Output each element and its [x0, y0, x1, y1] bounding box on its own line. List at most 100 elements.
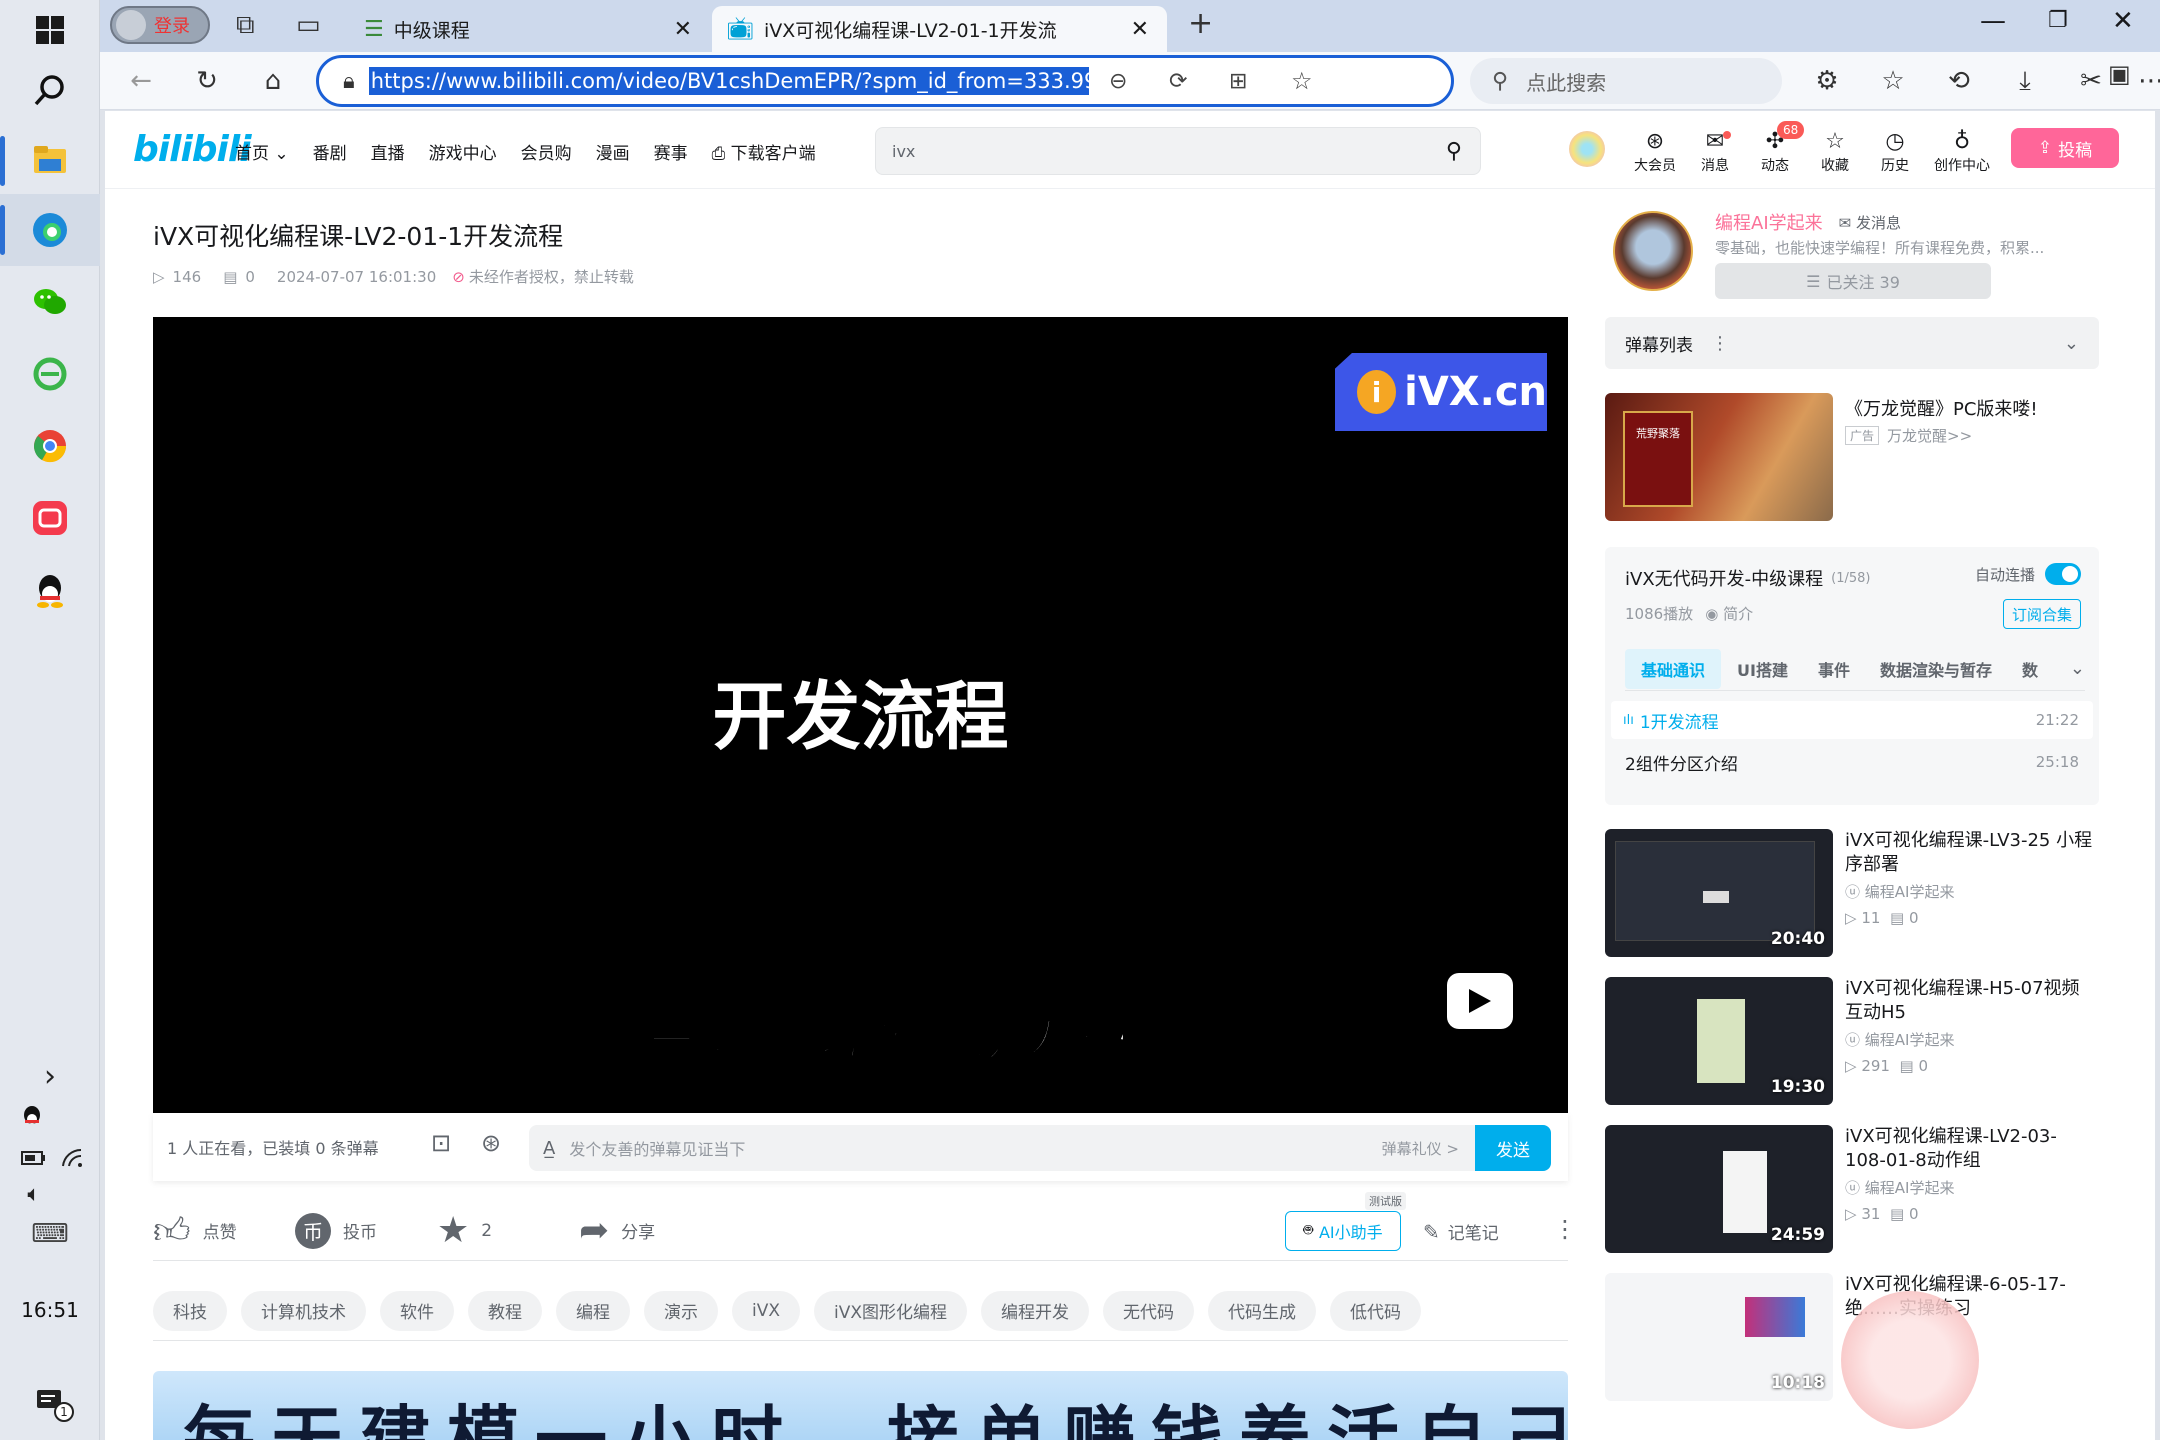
play-button-icon[interactable]	[1447, 973, 1513, 1029]
nav-anime[interactable]: 番剧	[313, 139, 347, 164]
sidebar-toggle-icon[interactable]: ▣	[2108, 60, 2131, 88]
input-method-icon[interactable]: ⌨︎	[26, 1210, 74, 1258]
tag[interactable]: 编程开发	[981, 1290, 1089, 1331]
favorites-button[interactable]: ☆ 收藏	[1805, 129, 1865, 175]
minimize-icon[interactable]: —	[1980, 6, 2006, 36]
upload-button[interactable]: ⇪ 投稿	[2011, 128, 2119, 168]
tag[interactable]: 代码生成	[1208, 1290, 1316, 1331]
uploader-name[interactable]: 编程AI学起来	[1715, 209, 1823, 235]
danmaku-settings-icon[interactable]: ⊛	[481, 1129, 501, 1157]
intro-link[interactable]: ◉ 简介	[1705, 603, 1753, 624]
danmaku-list-panel[interactable]: 弹幕列表 ⋮ ⌄	[1605, 317, 2099, 369]
restore-icon[interactable]: ❐	[2048, 8, 2068, 33]
bilibili-logo[interactable]: bilibili	[133, 129, 252, 170]
danmaku-input[interactable]: A̲ 发个友善的弹幕见证当下 弹幕礼仪 >	[529, 1125, 1475, 1171]
danmaku-toggle-icon[interactable]: ⊡	[431, 1129, 451, 1157]
vip-button[interactable]: ⊛ 大会员	[1625, 129, 1685, 175]
address-bar[interactable]: 🔒︎ https://www.bilibili.com/video/BV1csh…	[316, 55, 1454, 107]
playlist-item-active[interactable]: ılı 1开发流程 21:22	[1611, 701, 2093, 739]
edge-icon[interactable]	[26, 206, 74, 254]
danmaku-etiquette-link[interactable]: 弹幕礼仪 >	[1382, 1138, 1459, 1159]
window-close-icon[interactable]: ✕	[2112, 6, 2134, 36]
uploader-avatar[interactable]	[1613, 211, 1693, 291]
coin-button[interactable]: 币投币	[295, 1212, 437, 1249]
video-player[interactable]: i iVX.cn 开发流程 我们一起来学习应用的开发流程	[153, 317, 1568, 1113]
extensions-icon[interactable]: ⚙︎	[1806, 60, 1848, 102]
ad-thumbnail[interactable]: 荒野聚落	[1605, 393, 1833, 521]
clock[interactable]: 16:51	[0, 1298, 100, 1322]
text-style-icon[interactable]: A̲	[543, 1138, 555, 1159]
site-search-input[interactable]: ivx ⚲	[875, 127, 1481, 175]
nav-home[interactable]: 首页 ⌄	[235, 139, 289, 164]
banner-ad[interactable]: 每天建模一小时，接单赚钱养活自己	[153, 1371, 1568, 1440]
follow-button[interactable]: ☰ 已关注 39	[1715, 263, 1991, 299]
chevron-down-icon[interactable]: ⌄	[2070, 658, 2085, 679]
tag[interactable]: iVX图形化编程	[814, 1290, 967, 1331]
more-vertical-icon[interactable]: ⋮	[1711, 333, 1729, 354]
subscribe-collection-button[interactable]: 订阅合集	[2002, 599, 2081, 629]
favorite-star-icon[interactable]: ☆	[1291, 67, 1313, 95]
file-explorer-icon[interactable]	[26, 136, 74, 184]
tab-current-video[interactable]: 📺︎ iVX可视化编程课-LV2-01-1开发流 ✕	[712, 6, 1167, 52]
workspaces-icon[interactable]: ⧉	[236, 10, 255, 41]
recommended-video[interactable]: 20:40 iVX可视化编程课-LV3-25 小程序部署 ⓤ 编程AI学起来 ▷…	[1605, 829, 2095, 961]
floating-mascot[interactable]	[1841, 1291, 1979, 1429]
tag[interactable]: 编程	[556, 1290, 630, 1331]
favorites-icon[interactable]: ☆	[1872, 60, 1914, 102]
ai-assistant-button[interactable]: 🤖︎ AI小助手 测试版	[1285, 1192, 1406, 1251]
url-text[interactable]: https://www.bilibili.com/video/BV1cshDem…	[368, 67, 1089, 95]
recommended-video[interactable]: 24:59 iVX可视化编程课-LV2-03-108-01-8动作组 ⓤ 编程A…	[1605, 1125, 2095, 1257]
creator-center-button[interactable]: ♁ 创作中心	[1927, 129, 1997, 175]
ad-title[interactable]: 《万龙觉醒》PC版来喽!	[1845, 395, 2038, 421]
new-tab-icon[interactable]: +	[1188, 6, 1213, 41]
notes-button[interactable]: ✎ 记笔记	[1423, 1219, 1499, 1245]
dynamics-button[interactable]: ✣ 动态 68	[1745, 121, 1805, 175]
autoplay-toggle[interactable]: 自动连播	[1975, 563, 2081, 585]
playlist-title[interactable]: iVX无代码开发-中级课程	[1625, 565, 1823, 591]
app-install-icon[interactable]: ⊞	[1229, 69, 1247, 94]
refresh-icon[interactable]: ↻	[186, 60, 228, 102]
app-red-icon[interactable]	[26, 494, 74, 542]
back-icon[interactable]: ←	[120, 60, 162, 102]
search-icon[interactable]: ⚲	[1446, 139, 1462, 164]
favorite-button[interactable]: ★ 2	[437, 1210, 579, 1251]
wifi-icon[interactable]	[56, 1134, 88, 1182]
tab-basics[interactable]: 基础通识	[1625, 648, 1722, 689]
tag[interactable]: iVX	[732, 1290, 800, 1331]
history-button[interactable]: ◷ 历史	[1865, 129, 1925, 175]
home-icon[interactable]: ⌂	[252, 60, 294, 102]
browser-search-box[interactable]: ⚲ 点此搜索	[1470, 58, 1782, 104]
zoom-icon[interactable]: ⊖	[1109, 69, 1127, 94]
profile-button[interactable]: 登录	[110, 6, 210, 44]
qq-tray-icon[interactable]	[16, 1092, 48, 1140]
ie-browser-icon[interactable]	[26, 350, 74, 398]
nav-download-client[interactable]: ⎙ 下载客户端	[712, 139, 816, 164]
tag[interactable]: 教程	[468, 1290, 542, 1331]
ad-source[interactable]: 广告 万龙觉醒>>	[1845, 425, 1972, 446]
tab-events[interactable]: 事件	[1818, 657, 1850, 681]
tab-middle-course[interactable]: ☰ 中级课程 ✕	[350, 6, 710, 52]
search-icon[interactable]	[26, 66, 74, 114]
toggle-switch[interactable]	[2045, 563, 2081, 585]
tag[interactable]: 软件	[380, 1290, 454, 1331]
nav-live[interactable]: 直播	[371, 139, 405, 164]
windows-start-icon[interactable]	[26, 6, 74, 54]
tag[interactable]: 低代码	[1330, 1290, 1421, 1331]
send-message-link[interactable]: ✉︎ 发消息	[1839, 212, 1901, 233]
qq-icon[interactable]	[26, 566, 74, 614]
tab-data-render[interactable]: 数据渲染与暂存	[1880, 657, 1992, 681]
more-menu-icon[interactable]: ⋯	[2130, 60, 2160, 102]
notification-icon[interactable]: 1	[26, 1378, 74, 1426]
tag[interactable]: 演示	[644, 1290, 718, 1331]
like-button[interactable]: 👍︎ 点赞	[153, 1209, 295, 1253]
user-avatar[interactable]	[1569, 131, 1605, 167]
translate-icon[interactable]: ⟳	[1169, 69, 1187, 94]
send-danmaku-button[interactable]: 发送	[1475, 1125, 1551, 1171]
tab-ui[interactable]: UI搭建	[1737, 657, 1788, 681]
messages-button[interactable]: ✉︎ 消息	[1685, 129, 1745, 175]
share-button[interactable]: ➦ 分享	[579, 1210, 721, 1251]
close-icon[interactable]: ✕	[1131, 17, 1149, 42]
nav-game-center[interactable]: 游戏中心	[429, 139, 497, 164]
tag[interactable]: 科技	[153, 1290, 227, 1331]
more-vertical-icon[interactable]: ⋮	[1553, 1215, 1577, 1243]
